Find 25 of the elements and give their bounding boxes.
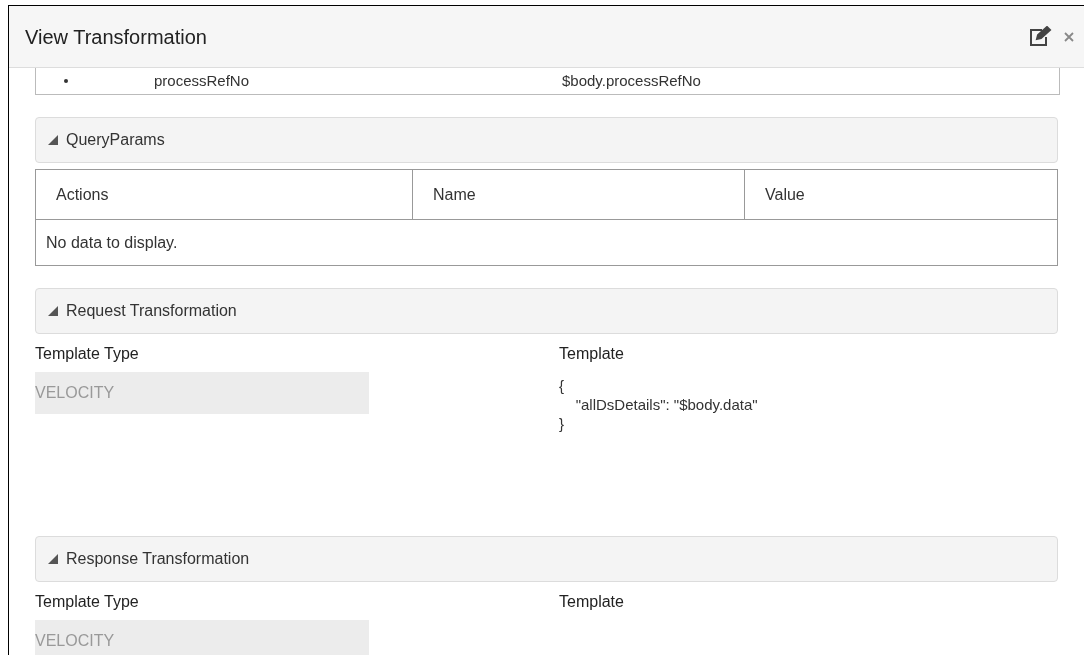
dialog-title: View Transformation <box>25 24 207 50</box>
column-header: Actions <box>36 170 413 219</box>
close-icon[interactable] <box>1064 31 1074 42</box>
table-cell-text: processRefNo <box>154 70 251 91</box>
section-title: Request Transformation <box>66 301 237 321</box>
collapse-triangle-icon[interactable] <box>48 306 58 316</box>
section-header[interactable]: Request Transformation <box>35 288 1058 334</box>
collapse-triangle-icon[interactable] <box>48 135 58 145</box>
template-type-field: VELOCITY <box>35 620 369 655</box>
section-header[interactable]: QueryParams <box>35 117 1058 163</box>
edit-icon[interactable] <box>1028 25 1052 48</box>
field-label: Template <box>559 344 625 364</box>
section-title: Response Transformation <box>66 549 250 569</box>
field-label: Template <box>559 592 624 612</box>
template-type-field: VELOCITY <box>35 372 369 414</box>
column-header: Value <box>764 184 806 205</box>
empty-message: No data to display. <box>46 232 178 253</box>
section-title: QueryParams <box>66 130 165 150</box>
field-label: Template Type <box>35 344 140 364</box>
field-label: Template Type <box>35 592 140 612</box>
collapse-triangle-icon[interactable] <box>48 554 58 564</box>
section-header[interactable]: Response Transformation <box>35 536 1058 582</box>
table-cell-text: $body.processRefNo <box>562 70 701 91</box>
template-text: { "allDsDetails": "$body.data" } <box>559 376 758 433</box>
column-header: Name <box>413 170 745 219</box>
